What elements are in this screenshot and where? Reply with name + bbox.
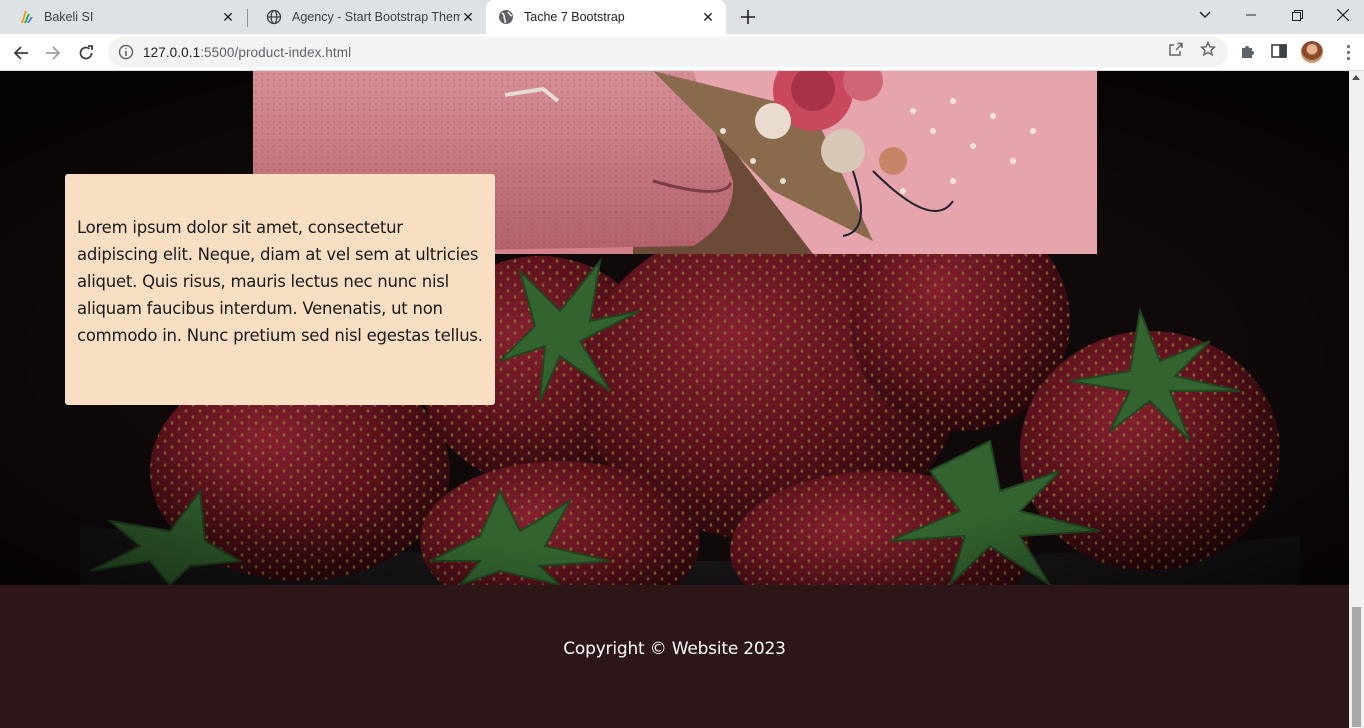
restore-button[interactable] <box>1274 0 1320 30</box>
address-bar[interactable]: 127.0.0.1:5500/product-index.html <box>108 37 1228 67</box>
extensions-icon[interactable] <box>1239 42 1257 60</box>
tab-strip: Bakeli SI ✕ Agency - Start Bootstrap The… <box>0 0 1364 34</box>
bakeli-logo-icon <box>21 11 33 23</box>
close-tab-icon[interactable]: ✕ <box>460 9 476 25</box>
tab-title: Bakeli SI <box>44 10 94 24</box>
tab-title: Agency - Start Bootstrap Theme <box>292 10 460 24</box>
arrow-right-icon <box>46 46 61 60</box>
url-path: :5500/product-index.html <box>200 44 352 60</box>
close-tab-icon[interactable]: ✕ <box>220 9 236 25</box>
tab-title: Tache 7 Bootstrap <box>524 10 625 24</box>
minimize-button[interactable] <box>1228 0 1274 30</box>
info-icon[interactable] <box>118 44 134 60</box>
tab-agency[interactable]: Agency - Start Bootstrap Theme ✕ <box>248 0 486 34</box>
page-viewport: Lorem ipsum dolor sit amet, consectetur … <box>0 71 1349 728</box>
tab-bakeli[interactable]: Bakeli SI ✕ <box>0 0 246 34</box>
scrollbar-thumb[interactable] <box>1352 607 1361 727</box>
close-window-button[interactable] <box>1320 0 1364 30</box>
forward-button[interactable] <box>40 40 66 66</box>
url-host: 127.0.0.1 <box>143 44 201 60</box>
browser-toolbar: 127.0.0.1:5500/product-index.html <box>0 34 1364 71</box>
tab-search-button[interactable] <box>1182 0 1228 30</box>
globe-icon <box>266 9 282 25</box>
chevron-down-icon <box>1199 11 1211 18</box>
globe-icon <box>499 10 513 24</box>
restore-icon <box>1291 9 1303 21</box>
description-card: Lorem ipsum dolor sit amet, consectetur … <box>65 174 495 405</box>
arrow-left-icon <box>13 46 28 60</box>
url-text[interactable]: 127.0.0.1:5500/product-index.html <box>143 45 1228 60</box>
new-tab-button[interactable] <box>738 7 758 27</box>
tab-tache7-active[interactable]: Tache 7 Bootstrap ✕ <box>486 0 726 34</box>
browser-menu-icon[interactable] <box>1340 42 1356 62</box>
footer: Copyright © Website 2023 <box>0 585 1349 728</box>
star-icon[interactable] <box>1200 41 1216 57</box>
copyright-text: Copyright © Website 2023 <box>563 639 786 659</box>
scroll-up-arrow-icon[interactable] <box>1352 75 1360 80</box>
reload-button[interactable] <box>73 40 99 66</box>
plus-icon <box>741 10 755 24</box>
reload-icon <box>79 45 93 60</box>
close-icon <box>1337 9 1349 21</box>
profile-avatar[interactable] <box>1301 41 1323 63</box>
minimize-icon <box>1246 14 1256 16</box>
page-scrollbar[interactable] <box>1349 71 1364 728</box>
description-text: Lorem ipsum dolor sit amet, consectetur … <box>77 218 483 345</box>
side-panel-icon[interactable] <box>1270 42 1288 60</box>
share-icon[interactable] <box>1168 41 1184 57</box>
back-button[interactable] <box>8 40 34 66</box>
close-tab-icon[interactable]: ✕ <box>700 9 716 25</box>
